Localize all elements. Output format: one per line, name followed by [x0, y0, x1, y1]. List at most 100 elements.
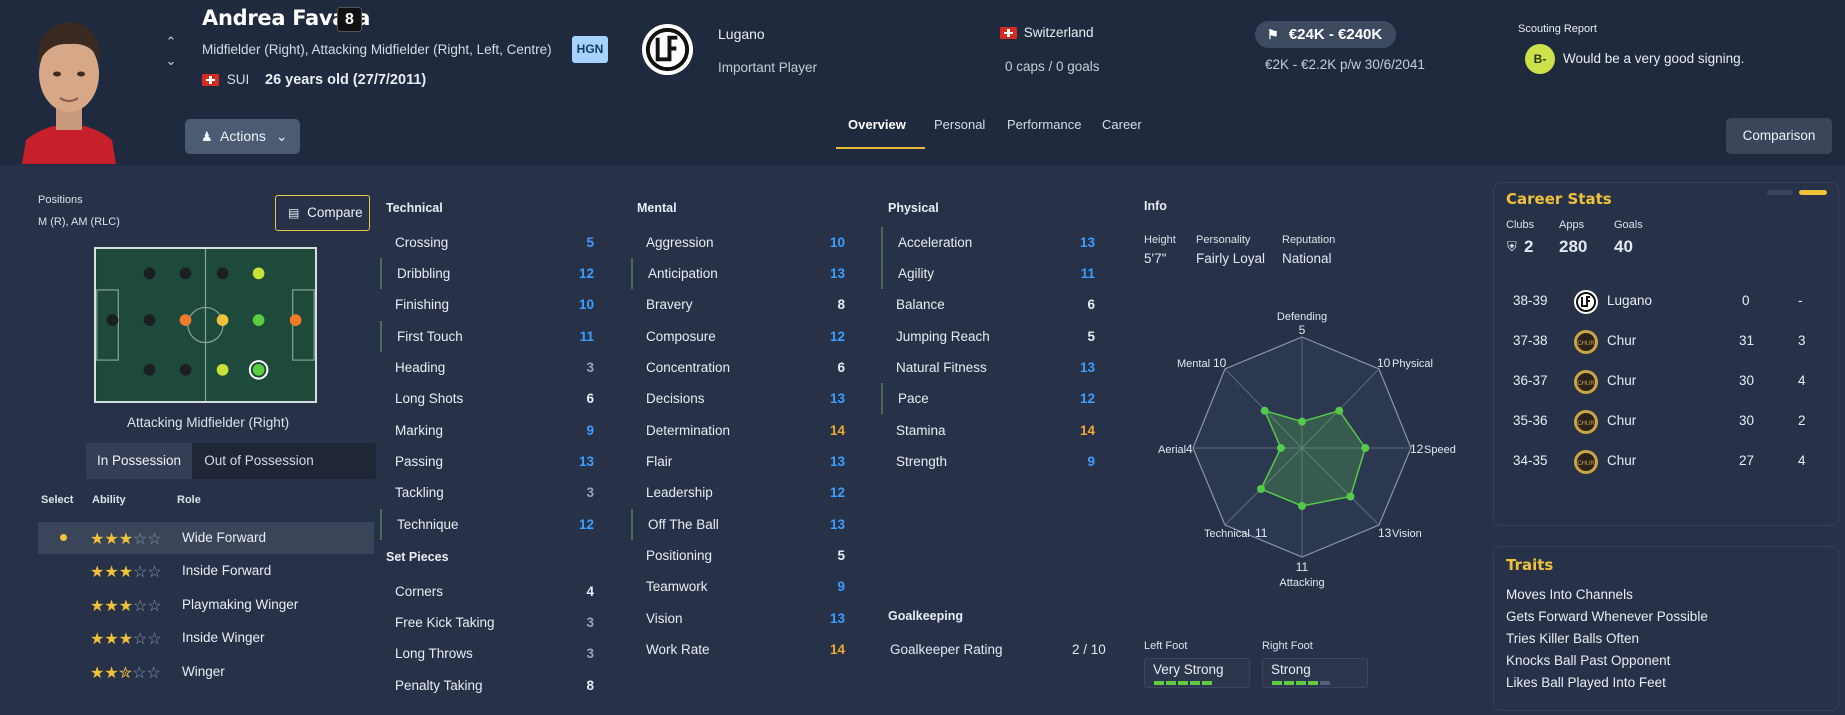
left-foot-label: Left Foot	[1144, 640, 1188, 652]
apps: 31	[1739, 333, 1755, 348]
apps: 30	[1739, 373, 1755, 388]
attribute-row[interactable]: Bravery 8	[631, 289, 853, 320]
attribute-row[interactable]: Penalty Taking 8	[380, 670, 602, 701]
attribute-row[interactable]: Positioning 5	[631, 540, 853, 571]
attribute-row[interactable]: Heading 3	[380, 352, 602, 383]
attribute-row[interactable]: Acceleration 13	[881, 227, 1103, 258]
attribute-row[interactable]: Passing 13	[380, 446, 602, 477]
attribute-row[interactable]: Technique 12	[380, 509, 602, 540]
attribute-value: 10	[829, 235, 845, 250]
tab-out-of-possession[interactable]: Out of Possession	[192, 443, 326, 479]
international-caps: 0 caps / 0 goals	[1005, 59, 1100, 74]
attribute-row[interactable]: Concentration 6	[631, 352, 853, 383]
actions-button[interactable]: ♟ Actions ⌄	[185, 119, 300, 154]
star-rating: ★★★☆☆	[90, 564, 162, 581]
attribute-row[interactable]: Pace 12	[881, 383, 1103, 414]
tab-overview[interactable]: Overview	[848, 117, 906, 132]
season: 37-38	[1513, 333, 1548, 348]
attribute-name: Passing	[395, 454, 444, 469]
radar-label: Aerial	[1158, 444, 1186, 456]
attribute-row[interactable]: Finishing 10	[380, 289, 602, 320]
season: 36-37	[1513, 373, 1548, 388]
radar-value: 10	[1213, 356, 1227, 370]
tab-personal[interactable]: Personal	[934, 117, 985, 132]
tab-in-possession[interactable]: In Possession	[86, 443, 192, 479]
radar-point	[1298, 502, 1306, 510]
role-row[interactable]: ★★★☆☆ Playmaking Winger	[38, 589, 374, 621]
chur-logo-icon: CHUR	[1574, 370, 1598, 394]
attribute-row[interactable]: Marking 9	[380, 415, 602, 446]
attribute-row[interactable]: Flair 13	[631, 446, 853, 477]
attribute-row[interactable]: Corners 4	[380, 576, 602, 607]
attribute-row[interactable]: Dribbling 12	[380, 258, 602, 289]
attribute-name: Finishing	[395, 297, 450, 312]
attribute-value: 14	[829, 642, 845, 657]
role-row[interactable]: ★★★☆☆ Inside Winger	[38, 622, 374, 654]
trait-item: Tries Killer Balls Often	[1506, 631, 1640, 646]
attribute-row[interactable]: First Touch 11	[380, 321, 602, 352]
attribute-value: 12	[829, 329, 845, 344]
country-name: Switzerland	[1023, 25, 1094, 40]
attribute-name: Off The Ball	[648, 517, 719, 532]
carousel-dot-active[interactable]	[1799, 190, 1827, 195]
role-row[interactable]: ★★★☆☆ Wide Forward	[38, 522, 374, 554]
club-name[interactable]: Lugano	[718, 26, 765, 42]
active-tab-indicator	[836, 147, 925, 149]
info-title: Info	[1144, 199, 1167, 213]
attribute-row[interactable]: Natural Fitness 13	[881, 352, 1103, 383]
role-row[interactable]: ★★✮☆☆ Winger	[38, 656, 374, 688]
attribute-row[interactable]: Off The Ball 13	[631, 509, 853, 540]
attribute-row[interactable]: Stamina 14	[881, 415, 1103, 446]
chur-logo-icon: CHUR	[1574, 410, 1598, 434]
attribute-name: Long Throws	[395, 646, 473, 661]
tab-career[interactable]: Career	[1102, 117, 1142, 132]
attribute-row[interactable]: Free Kick Taking 3	[380, 607, 602, 638]
attribute-row[interactable]: Decisions 13	[631, 383, 853, 414]
carousel-dot[interactable]	[1767, 190, 1793, 195]
attribute-row[interactable]: Vision 13	[631, 603, 853, 634]
career-row[interactable]: 36-37 CHUR Chur 30 4	[1496, 361, 1836, 401]
attribute-row[interactable]: Crossing 5	[380, 227, 602, 258]
role-row[interactable]: ★★★☆☆ Inside Forward	[38, 555, 374, 587]
attribute-row[interactable]: Anticipation 13	[631, 258, 853, 289]
career-row[interactable]: 35-36 CHUR Chur 30 2	[1496, 401, 1836, 441]
attribute-row[interactable]: Leadership 12	[631, 477, 853, 508]
attribute-name: Flair	[646, 454, 673, 469]
attribute-row[interactable]: Strength 9	[881, 446, 1103, 477]
compare-button[interactable]: ▤ Compare	[275, 195, 370, 231]
attribute-value: 14	[829, 423, 845, 438]
attribute-name: Tackling	[395, 485, 444, 500]
previous-player-icon[interactable]: ⌃	[164, 32, 178, 51]
attribute-value: 8	[586, 678, 594, 693]
club-logo[interactable]	[640, 22, 695, 77]
next-player-icon[interactable]: ⌄	[164, 51, 178, 70]
attribute-row[interactable]: Determination 14	[631, 415, 853, 446]
career-row[interactable]: 38-39 Lugano 0 -	[1496, 281, 1836, 321]
comparison-button[interactable]: Comparison	[1726, 118, 1832, 154]
attribute-row[interactable]: Agility 11	[881, 258, 1103, 289]
attribute-row[interactable]: Balance 6	[881, 289, 1103, 320]
career-row[interactable]: 37-38 CHUR Chur 31 3	[1496, 321, 1836, 361]
attribute-name: Vision	[646, 611, 683, 626]
attribute-name: Acceleration	[898, 235, 973, 250]
swiss-flag-icon	[202, 74, 219, 87]
attribute-name: Decisions	[646, 391, 705, 406]
attribute-row[interactable]: Long Shots 6	[380, 383, 602, 414]
attribute-name: Free Kick Taking	[395, 615, 495, 630]
left-foot-meter	[1154, 681, 1212, 685]
attribute-row[interactable]: Teamwork 9	[631, 571, 853, 602]
radar-data-polygon	[1259, 409, 1367, 507]
radar-label: Mental	[1177, 358, 1210, 370]
attribute-row[interactable]: Jumping Reach 5	[881, 321, 1103, 352]
career-row[interactable]: 34-35 CHUR Chur 27 4	[1496, 441, 1836, 481]
attribute-value: 12	[1079, 391, 1095, 406]
attribute-row[interactable]: Work Rate 14	[631, 634, 853, 665]
national-team[interactable]: Switzerland	[1000, 25, 1094, 40]
tab-performance[interactable]: Performance	[1007, 117, 1081, 132]
attribute-row[interactable]: Long Throws 3	[380, 638, 602, 669]
player-nav-arrows: ⌃ ⌄	[164, 32, 178, 70]
attribute-row[interactable]: Aggression 10	[631, 227, 853, 258]
attribute-row[interactable]: Tackling 3	[380, 477, 602, 508]
attribute-name: Concentration	[646, 360, 731, 375]
attribute-row[interactable]: Composure 12	[631, 321, 853, 352]
